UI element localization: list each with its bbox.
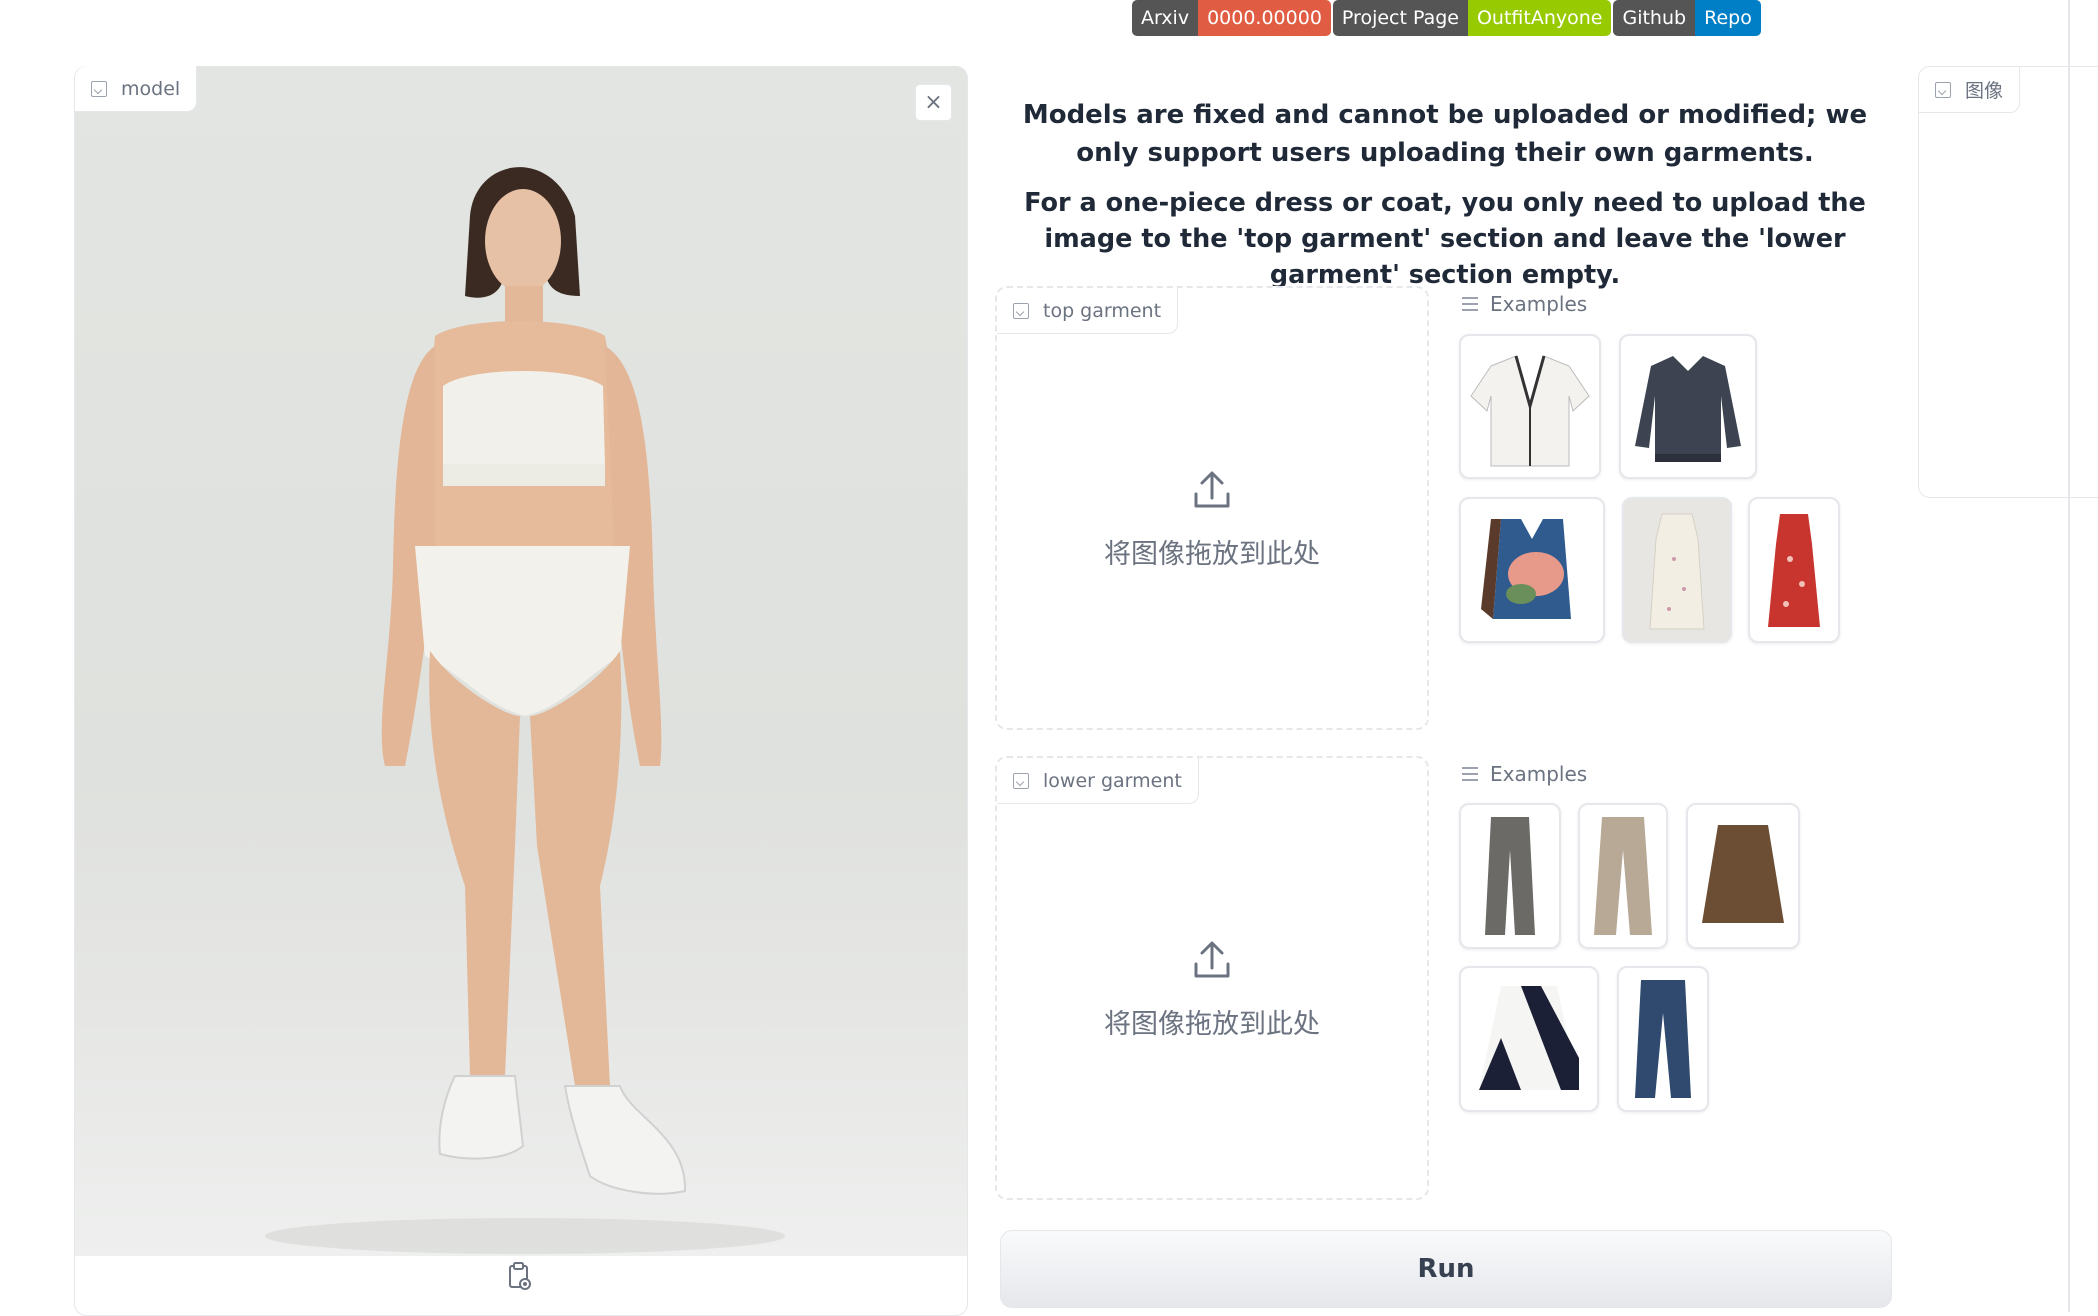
top-examples-label-text: Examples bbox=[1490, 292, 1588, 316]
top-examples-label: Examples bbox=[1462, 292, 1587, 316]
top-garment-dropzone[interactable]: top garment 将图像拖放到此处 bbox=[995, 286, 1429, 730]
lower-examples-label-text: Examples bbox=[1490, 762, 1588, 786]
example-thumb-gray-trousers[interactable] bbox=[1459, 803, 1561, 949]
example-thumb-beige-trousers[interactable] bbox=[1578, 803, 1668, 949]
lower-garment-drop-text: 将图像拖放到此处 bbox=[1104, 1009, 1320, 1040]
github-badge-label: Github bbox=[1613, 0, 1696, 36]
image-icon bbox=[1935, 81, 1951, 98]
list-icon bbox=[1462, 767, 1478, 781]
github-badge[interactable]: Github Repo bbox=[1613, 0, 1761, 36]
clipboard-paste-icon[interactable] bbox=[508, 1262, 532, 1290]
upload-icon bbox=[1194, 941, 1230, 978]
model-panel-label: model bbox=[75, 66, 198, 112]
arxiv-badge[interactable]: Arxiv 0000.00000 bbox=[1132, 0, 1331, 36]
lower-examples-label: Examples bbox=[1462, 762, 1587, 786]
image-icon bbox=[91, 80, 107, 97]
close-button[interactable]: × bbox=[915, 84, 952, 121]
info-line-one-piece: For a one-piece dress or coat, you only … bbox=[1024, 188, 1866, 290]
lower-garment-dropzone[interactable]: lower garment 将图像拖放到此处 bbox=[995, 756, 1429, 1200]
image-icon bbox=[1013, 302, 1029, 319]
model-label-text: model bbox=[121, 77, 181, 100]
top-garment-label-text: top garment bbox=[1043, 299, 1162, 322]
list-icon bbox=[1462, 297, 1478, 311]
github-badge-value: Repo bbox=[1695, 0, 1761, 36]
run-button-label: Run bbox=[1417, 1254, 1475, 1284]
example-thumb-red-floral-dress[interactable] bbox=[1748, 497, 1840, 643]
right-scroll-edge bbox=[2068, 0, 2070, 1312]
upload-icon bbox=[1194, 471, 1230, 508]
project-page-badge[interactable]: Project Page OutfitAnyone bbox=[1332, 0, 1612, 36]
top-garment-label: top garment bbox=[997, 288, 1179, 334]
project-page-badge-label: Project Page bbox=[1332, 0, 1468, 36]
example-thumb-blue-jeans[interactable] bbox=[1617, 966, 1709, 1112]
lower-garment-label: lower garment bbox=[997, 758, 1199, 804]
model-figure-illustration bbox=[265, 167, 785, 1254]
arxiv-badge-value: 0000.00000 bbox=[1198, 0, 1331, 36]
arxiv-badge-label: Arxiv bbox=[1132, 0, 1199, 36]
badge-row: Arxiv 0000.00000 Project Page OutfitAnyo… bbox=[1132, 0, 1763, 36]
lower-garment-label-text: lower garment bbox=[1043, 769, 1182, 792]
example-thumb-floral-vest[interactable] bbox=[1459, 497, 1605, 643]
image-icon bbox=[1013, 772, 1029, 789]
model-photo bbox=[75, 66, 967, 1256]
close-icon: × bbox=[924, 90, 943, 115]
example-thumb-striped-skirt[interactable] bbox=[1459, 966, 1599, 1112]
info-line-fixed-models: Models are fixed and cannot be uploaded … bbox=[1022, 100, 1868, 168]
top-garment-drop-text: 将图像拖放到此处 bbox=[1104, 539, 1320, 570]
output-label-text: 图像 bbox=[1965, 80, 2004, 102]
output-panel-label: 图像 bbox=[1919, 67, 2021, 113]
example-thumb-white-cardigan[interactable] bbox=[1459, 334, 1601, 479]
run-button[interactable]: Run bbox=[1000, 1230, 1892, 1308]
project-page-badge-value: OutfitAnyone bbox=[1467, 0, 1612, 36]
example-thumb-brown-skirt[interactable] bbox=[1686, 803, 1800, 949]
example-thumb-navy-polo-sweater[interactable] bbox=[1619, 334, 1757, 479]
example-thumb-cream-dress[interactable] bbox=[1622, 497, 1732, 643]
output-image-panel: 图像 bbox=[1918, 66, 2098, 498]
